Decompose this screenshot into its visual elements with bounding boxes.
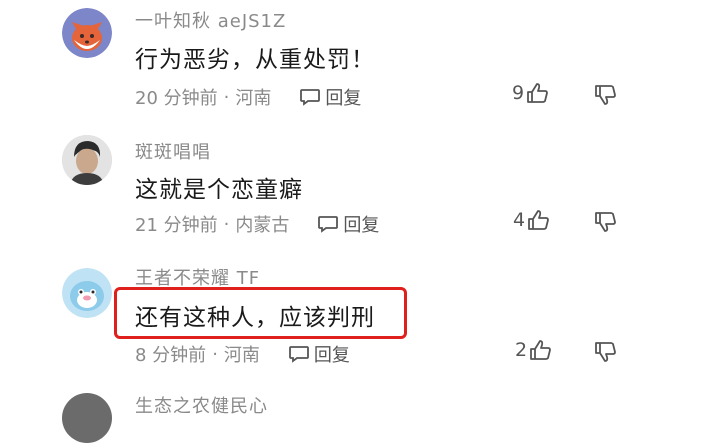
thumbs-up-icon — [530, 340, 551, 360]
separator-dot: · — [223, 86, 230, 108]
dislike-button[interactable] — [594, 341, 618, 367]
comment-meta: 20 分钟前 · 河南 回复 — [135, 84, 361, 110]
avatar[interactable] — [62, 135, 112, 185]
thumbs-down-icon — [595, 85, 616, 105]
like-button[interactable]: 4 — [513, 209, 551, 231]
comment-text: 这就是个恋童癖 — [135, 177, 303, 203]
reply-label: 回复 — [325, 88, 362, 109]
dislike-button[interactable] — [594, 84, 618, 110]
user-photo-icon — [62, 135, 112, 185]
avatar[interactable] — [62, 393, 112, 443]
comment-location: 内蒙古 — [235, 215, 290, 236]
thumbs-down-icon — [595, 212, 616, 232]
like-count: 2 — [515, 339, 528, 361]
like-button[interactable]: 2 — [515, 339, 553, 361]
comment-location: 河南 — [235, 88, 272, 109]
highlight-box — [114, 287, 407, 339]
like-count: 4 — [513, 209, 526, 231]
comment-time: 20 分钟前 — [135, 88, 218, 109]
comment-time: 8 分钟前 — [135, 345, 207, 366]
comment-username[interactable]: 斑斑唱唱 — [135, 138, 211, 164]
comment-username[interactable]: 生态之农健民心 — [135, 392, 268, 418]
comment-text: 行为恶劣，从重处罚！ — [135, 47, 375, 73]
avatar[interactable] — [62, 8, 112, 58]
reply-button[interactable]: 回复 — [299, 84, 361, 110]
comment-meta: 21 分钟前 · 内蒙古 回复 — [135, 211, 379, 237]
reply-label: 回复 — [313, 345, 350, 366]
thumbs-up-icon — [528, 210, 549, 230]
avatar[interactable] — [62, 268, 112, 318]
comment-bubble-icon — [318, 216, 339, 233]
cartoon-bird-icon — [62, 268, 112, 318]
comment-bubble-icon — [289, 346, 309, 363]
separator-dot: · — [223, 213, 230, 235]
comment-time: 21 分钟前 — [135, 215, 218, 236]
like-button[interactable]: 9 — [512, 82, 550, 104]
reply-button[interactable]: 回复 — [288, 341, 350, 367]
reply-label: 回复 — [343, 215, 380, 236]
comment-username[interactable]: 一叶知秋 aeJS1Z — [135, 7, 286, 33]
reply-button[interactable]: 回复 — [317, 211, 379, 237]
fox-avatar-icon — [62, 8, 112, 58]
separator-dot: · — [212, 343, 218, 365]
thumbs-down-icon — [595, 342, 616, 362]
dislike-button[interactable] — [594, 211, 618, 237]
like-count: 9 — [512, 82, 525, 104]
comment-meta: 8 分钟前 · 河南 回复 — [135, 341, 350, 367]
thumbs-up-icon — [527, 83, 548, 103]
comment-bubble-icon — [300, 89, 321, 106]
comment-location: 河南 — [223, 345, 260, 366]
